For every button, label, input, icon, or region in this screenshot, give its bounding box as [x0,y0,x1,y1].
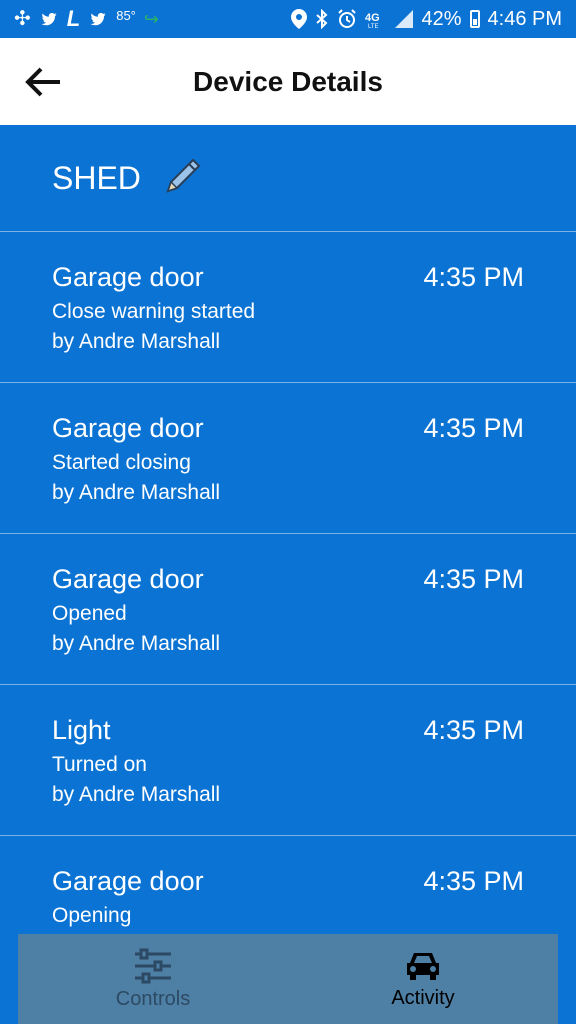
activity-row[interactable]: Garage door 4:35 PM Opened by Andre Mars… [0,533,576,684]
nav-activity-label: Activity [391,986,455,1009]
nav-activity[interactable]: Activity [288,934,558,1024]
app-bar: Device Details [0,38,576,125]
activity-user: by Andre Marshall [52,481,221,504]
activity-time: 4:35 PM [423,564,524,594]
status-notifications: ✣ L 85° ↪ [14,6,159,32]
battery-percent: 42% [421,7,462,30]
activity-row[interactable]: Light 4:35 PM Turned on by Andre Marshal… [0,684,576,835]
device-name: SHED [52,159,141,196]
activity-event: Light [52,715,111,745]
pencil-icon[interactable] [159,156,203,200]
activity-event: Garage door [52,413,204,443]
activity-time: 4:35 PM [423,262,524,292]
svg-text:LTE: LTE [368,24,379,29]
activity-user: by Andre Marshall [52,330,221,353]
alarm-icon [338,9,357,28]
nav-controls[interactable]: Controls [18,934,288,1024]
4g-lte-icon: 4GLTE [365,12,380,29]
activity-status: Opening [52,904,132,927]
bottom-nav: Controls Activity [18,934,558,1024]
sliders-icon [135,948,171,983]
activity-event: Garage door [52,866,204,896]
twitter-icon [90,12,106,26]
temperature: 85° [116,7,136,23]
activity-event: Garage door [52,564,204,594]
activity-list: Garage door 4:35 PM Close warning starte… [0,231,576,986]
activity-row[interactable]: Garage door 4:35 PM Started closing by A… [0,382,576,533]
signal-icon [395,10,414,28]
back-button[interactable] [24,64,62,100]
pinwheel-icon: ✣ [14,8,31,30]
activity-event: Garage door [52,262,204,292]
bluetooth-icon [316,9,328,29]
car-icon [407,952,439,980]
status-bar: ✣ L 85° ↪ 4G LTE 42% 4:46 PM [0,0,576,38]
activity-user: by Andre Marshall [52,632,221,655]
status-system: 4G LTE 42% 4:46 PM [291,8,562,31]
activity-time: 4:35 PM [423,413,524,443]
arrow-left-icon [25,67,60,97]
svg-text:4G: 4G [365,12,380,24]
page-title: Device Details [193,65,383,97]
activity-row[interactable]: Garage door 4:35 PM Close warning starte… [0,231,576,382]
twitter-icon [41,12,57,26]
device-header: SHED [0,125,576,231]
activity-status: Opened [52,602,127,625]
phone-icon: ↪ [143,8,159,29]
activity-time: 4:35 PM [423,715,524,745]
activity-status: Started closing [52,451,191,474]
status-time: 4:46 PM [487,7,562,30]
nav-controls-label: Controls [115,987,191,1010]
activity-status: Close warning started [52,300,256,323]
battery-icon [469,10,480,28]
activity-time: 4:35 PM [423,866,524,896]
location-icon [291,9,308,29]
activity-status: Turned on [52,753,147,776]
activity-user: by Andre Marshall [52,783,221,806]
l-icon: L [66,6,81,31]
